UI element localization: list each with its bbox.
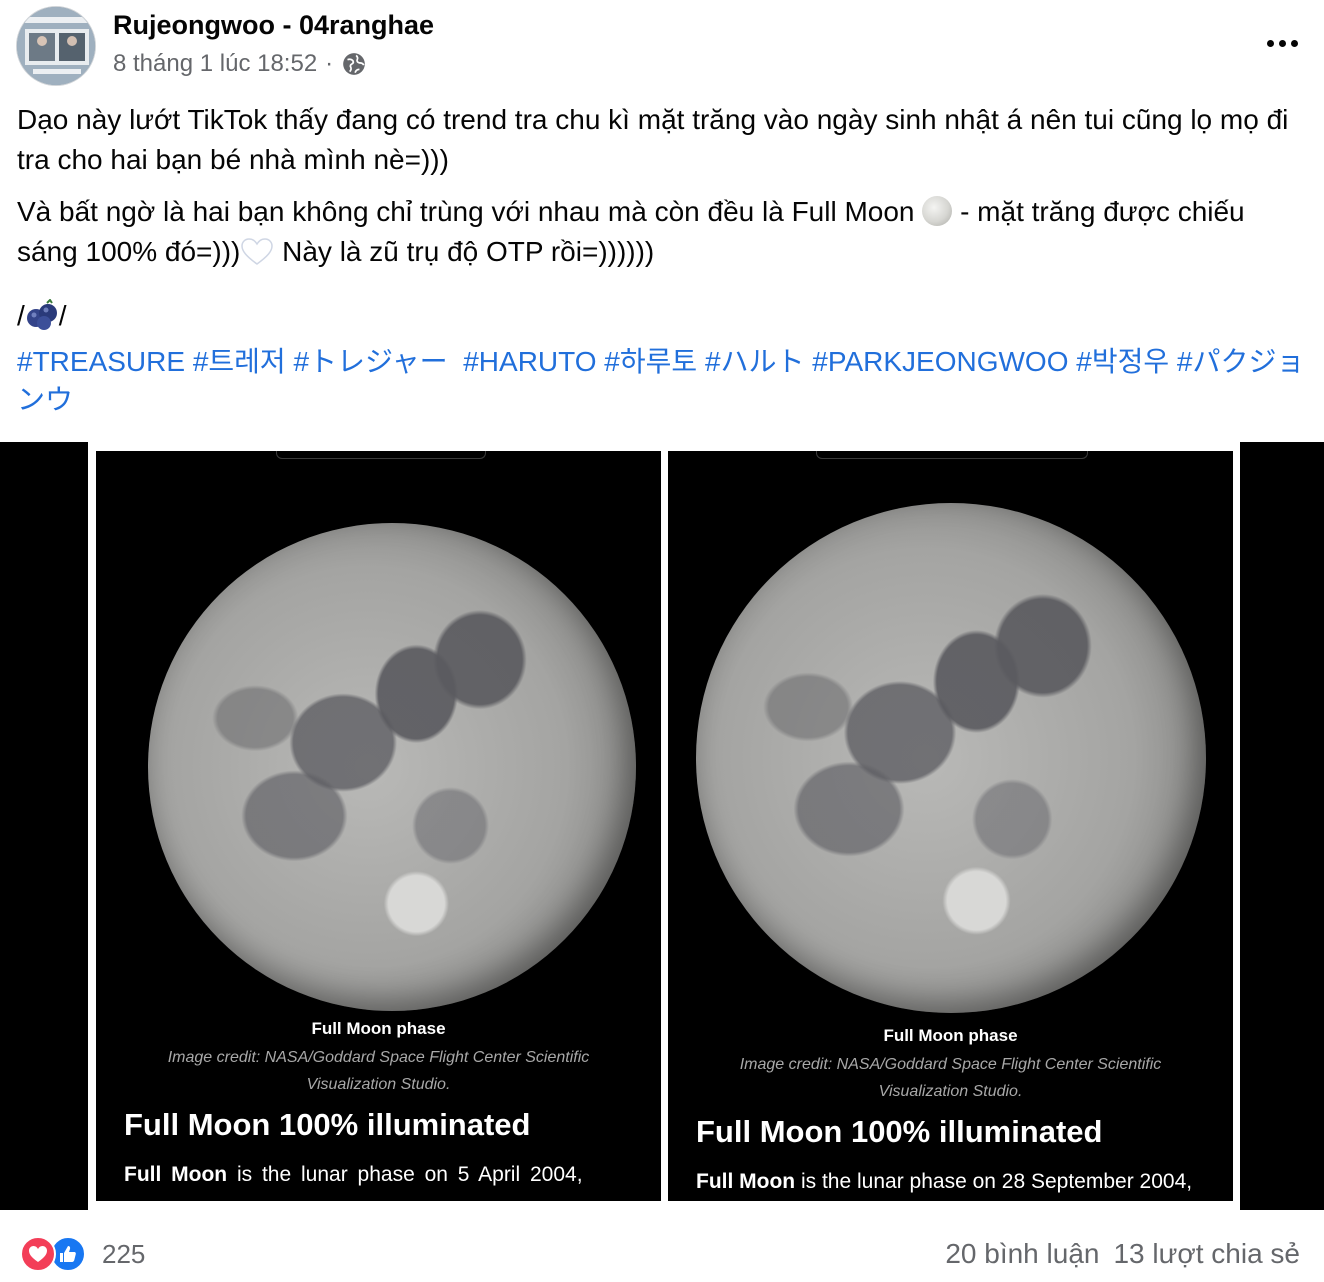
hashtag-link[interactable]: #HARUTO <box>463 346 596 377</box>
full-moon-image <box>696 503 1206 1013</box>
post-paragraph-2: Và bất ngờ là hai bạn không chỉ trùng vớ… <box>17 192 1307 272</box>
image-caption-credit: Image credit: NASA/Goddard Space Flight … <box>739 1056 1162 1100</box>
post-text: Và bất ngờ là hai bạn không chỉ trùng vớ… <box>17 196 915 227</box>
love-icon <box>20 1236 56 1272</box>
image-description: Full Moon is the lunar phase on 5 April … <box>124 1163 583 1186</box>
globe-icon[interactable] <box>341 51 367 77</box>
author-name[interactable]: Rujeongwoo - 04ranghae <box>113 10 434 41</box>
image-caption-title: Full Moon phase <box>883 1026 1018 1045</box>
hashtag-link[interactable]: #하루토 <box>604 346 697 377</box>
author-avatar[interactable] <box>16 6 96 86</box>
engagement-counts: 20 bình luận 13 lượt chia sẻ <box>945 1238 1300 1270</box>
post-body: Dạo này lướt TikTok thấy đang có trend t… <box>17 100 1307 348</box>
white-heart-emoji-icon <box>241 238 274 265</box>
image-heading: Full Moon 100% illuminated <box>696 1114 1103 1149</box>
reaction-summary[interactable]: 225 <box>20 1236 145 1272</box>
image-heading: Full Moon 100% illuminated <box>124 1107 531 1142</box>
post-paragraph-1: Dạo này lướt TikTok thấy đang có trend t… <box>17 104 1289 175</box>
phone-notch <box>276 451 486 459</box>
post-media[interactable]: Full Moon phase Image credit: NASA/Godda… <box>0 442 1324 1210</box>
moon-image-1[interactable]: Full Moon phase Image credit: NASA/Godda… <box>96 451 661 1201</box>
slash-text: / <box>17 300 25 331</box>
shares-count[interactable]: 13 lượt chia sẻ <box>1113 1238 1300 1270</box>
hashtag-link[interactable]: #ハルト <box>705 346 805 377</box>
image-caption-credit: Image credit: NASA/Goddard Space Flight … <box>167 1049 590 1093</box>
moon-image-2[interactable]: Full Moon phase Image credit: NASA/Godda… <box>668 451 1233 1201</box>
phone-notch <box>816 451 1088 459</box>
comments-count[interactable]: 20 bình luận <box>945 1238 1099 1270</box>
post-meta: 8 tháng 1 lúc 18:52 · <box>113 50 367 78</box>
media-frame: Full Moon phase Image credit: NASA/Godda… <box>88 442 1240 1210</box>
image-caption-title: Full Moon phase <box>311 1019 446 1038</box>
slash-text: / <box>58 300 67 331</box>
hashtag-link[interactable]: #TREASURE <box>17 346 185 377</box>
hashtag-link[interactable]: #박정우 <box>1076 346 1169 377</box>
post-timestamp[interactable]: 8 tháng 1 lúc 18:52 <box>113 50 317 78</box>
hashtag-link[interactable]: #트레저 <box>193 346 286 377</box>
full-moon-emoji-icon <box>922 196 953 226</box>
post-text: Này là zũ trụ độ OTP rồi=)))))) <box>274 236 655 267</box>
post-footer: 225 20 bình luận 13 lượt chia sẻ <box>0 1210 1324 1282</box>
post-paragraph-3: / / <box>17 296 1307 336</box>
blueberries-emoji-icon <box>26 299 57 330</box>
reaction-count[interactable]: 225 <box>102 1239 145 1270</box>
hashtag-link[interactable]: #PARKJEONGWOO <box>812 346 1068 377</box>
image-description: Full Moon is the lunar phase on 28 Septe… <box>696 1170 1193 1193</box>
post-header: Rujeongwoo - 04ranghae 8 tháng 1 lúc 18:… <box>0 0 1324 100</box>
hashtag-link[interactable]: #トレジャー <box>293 346 447 377</box>
hashtag-list: #TREASURE #트레저 #トレジャー #HARUTO #하루토 #ハルト … <box>17 343 1307 419</box>
full-moon-image <box>148 523 636 1011</box>
more-options-icon[interactable] <box>1262 28 1302 58</box>
meta-separator: · <box>325 50 334 77</box>
